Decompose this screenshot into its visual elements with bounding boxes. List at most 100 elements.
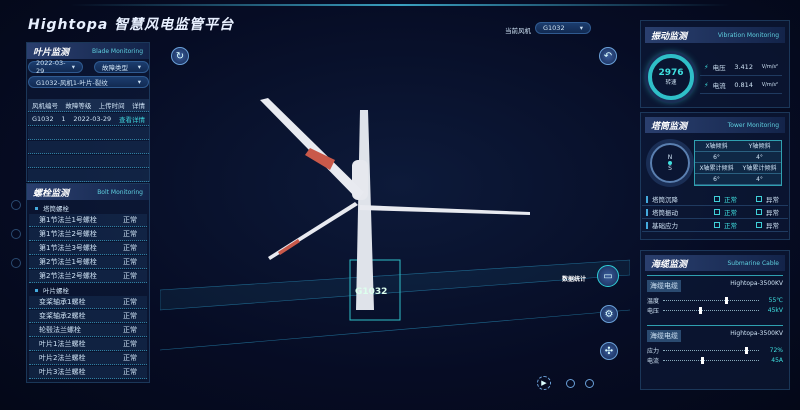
blade-2 — [360, 205, 530, 215]
reading-row: ⚡ 电压 3.412 V/m/s² — [700, 58, 782, 76]
bolt-group: 叶片螺栓 — [29, 284, 147, 296]
status-normal: 正常 — [724, 209, 737, 217]
slider-track[interactable] — [663, 356, 759, 364]
slider-handle[interactable] — [698, 306, 702, 314]
slider-label: 应力 — [647, 347, 660, 355]
compass-s: S — [668, 165, 672, 172]
slider-handle[interactable] — [725, 296, 729, 304]
cable-block: 海缆电缆 Hightopa-3500KV 应力 72% 电流 45A — [647, 325, 783, 371]
bolt-name: 第1节法兰2号螺栓 — [39, 230, 97, 238]
wind-turbine-scene — [160, 98, 630, 351]
tilt-value: 6° — [695, 152, 738, 163]
side-nav-1[interactable] — [11, 200, 21, 210]
tilt-header: X轴累计倾斜 — [695, 163, 738, 174]
cell-level: 1 — [61, 115, 66, 123]
bolt-name: 第1节法兰3号螺栓 — [39, 244, 97, 252]
checkbox[interactable] — [714, 209, 720, 215]
list-item[interactable]: 第2节法兰1号螺栓 正常 — [29, 256, 147, 269]
cable-name: 海缆电缆 — [647, 280, 681, 292]
list-item[interactable]: 第2节法兰2号螺栓 正常 — [29, 270, 147, 283]
turbine-select-value: G1032 — [543, 24, 565, 32]
slider-track[interactable] — [663, 346, 759, 354]
bolt-panel: 螺栓监测 Bolt Monitoring 塔筒螺栓 第1节法兰1号螺栓 正常 第1节法兰… — [26, 183, 150, 383]
list-item[interactable]: 第1节法兰2号螺栓 正常 — [29, 228, 147, 241]
blade-panel-header: 叶片监测 Blade Monitoring — [27, 43, 149, 59]
bolt-status: 正常 — [123, 258, 137, 266]
fault-type-value: 故障类型 — [102, 64, 128, 72]
cable-slider-row: 温度 55℃ — [647, 295, 783, 305]
bolt-status: 正常 — [123, 272, 137, 280]
refresh-icon: ↻ — [175, 50, 185, 62]
gear-icon: ⚙ — [604, 308, 614, 320]
slider-label: 电流 — [647, 357, 660, 365]
bolt-name: 轮毂法兰螺栓 — [39, 326, 81, 334]
list-item[interactable]: 叶片2法兰螺栓 正常 — [29, 352, 147, 365]
list-item[interactable]: 变桨轴承1螺栓 正常 — [29, 296, 147, 309]
bolt-name: 第1节法兰1号螺栓 — [39, 216, 97, 224]
side-nav-3[interactable] — [11, 258, 21, 268]
list-item[interactable]: 第1节法兰3号螺栓 正常 — [29, 242, 147, 255]
panel-title: 振动监测 — [651, 31, 688, 42]
status-normal: 正常 — [724, 196, 737, 204]
view-button-1[interactable] — [566, 379, 575, 388]
list-item[interactable]: 叶片1法兰螺栓 正常 — [29, 338, 147, 351]
status-name: 塔筒沉降 — [652, 196, 678, 204]
panel-subtitle: Vibration Monitoring — [717, 31, 779, 39]
slider-track[interactable] — [663, 296, 759, 304]
tilt-value: 4° — [738, 152, 781, 163]
checkbox[interactable] — [756, 209, 762, 215]
undo-icon: ↶ — [603, 50, 613, 62]
cable-name: 海缆电缆 — [647, 330, 681, 342]
play-button[interactable]: ▶ — [537, 376, 551, 390]
fault-type-select[interactable]: 故障类型 ▾ — [94, 61, 149, 73]
cable-slider-row: 应力 72% — [647, 345, 783, 355]
tower-status-row: 塔筒沉降 正常 异常 — [642, 193, 788, 206]
compass-n: N — [667, 154, 673, 161]
slider-value: 45A — [771, 356, 783, 364]
panel-subtitle: Blade Monitoring — [92, 47, 143, 55]
checkbox[interactable] — [714, 196, 720, 202]
date-select[interactable]: 2022-03-29 ▾ — [28, 59, 83, 75]
cable-header: 海缆监测 Submarine Cable — [645, 255, 785, 271]
status-name: 基础应力 — [652, 222, 678, 230]
turbine-tag: G1032 — [355, 287, 388, 297]
turbine-select[interactable]: G1032 ▾ — [535, 22, 591, 34]
bolt-status: 正常 — [123, 298, 137, 306]
checkbox[interactable] — [756, 222, 762, 228]
table-row[interactable]: G1032 1 2022-03-29 查看详情 — [28, 113, 149, 126]
slider-handle[interactable] — [701, 356, 705, 364]
checkbox[interactable] — [714, 222, 720, 228]
tilt-table: X轴倾斜 Y轴倾斜 6° 4° X轴累计倾斜 Y轴累计倾斜 6° 4° — [694, 140, 782, 186]
reading-label: 电压 — [712, 63, 726, 72]
bullet-icon — [646, 221, 648, 229]
tower-header: 塔筒监测 Tower Monitoring — [645, 117, 785, 133]
list-item[interactable]: 变桨轴承2螺栓 正常 — [29, 310, 147, 323]
play-icon: ▶ — [541, 379, 547, 387]
tilt-value: 4° — [738, 174, 781, 185]
date-value: 2022-03-29 — [36, 59, 66, 75]
fault-select[interactable]: G1032-风机1-叶片-裂纹 ▾ — [28, 76, 149, 88]
settings-button[interactable]: ⚙ — [600, 305, 618, 323]
view-button-2[interactable] — [585, 379, 594, 388]
refresh-button[interactable]: ↻ — [171, 47, 189, 65]
checkbox[interactable] — [756, 196, 762, 202]
bolt-status: 正常 — [123, 312, 137, 320]
gauge-value: 2976 — [658, 68, 684, 78]
list-item[interactable]: 第1节法兰1号螺栓 正常 — [29, 214, 147, 227]
table-row-empty — [28, 169, 149, 182]
side-nav-2[interactable] — [11, 229, 21, 239]
blade-table: 风机编号 故障等级 上传时间 详情 G1032 1 2022-03-29 查看详情 — [28, 99, 149, 183]
ground-grid — [160, 259, 630, 311]
status-abnormal: 异常 — [766, 209, 779, 217]
stats-button[interactable]: ▭ — [597, 265, 619, 287]
slider-value: 55℃ — [768, 296, 783, 304]
list-item[interactable]: 叶片3法兰螺栓 正常 — [29, 366, 147, 379]
slider-track[interactable] — [663, 306, 759, 314]
detail-link[interactable]: 查看详情 — [119, 114, 145, 124]
slider-value: 45kV — [767, 306, 783, 314]
back-button[interactable]: ↶ — [599, 47, 617, 65]
fan-button[interactable]: ✣ — [600, 342, 618, 360]
list-item[interactable]: 轮毂法兰螺栓 正常 — [29, 324, 147, 337]
slider-handle[interactable] — [744, 346, 748, 354]
col-header: 详情 — [131, 102, 145, 110]
